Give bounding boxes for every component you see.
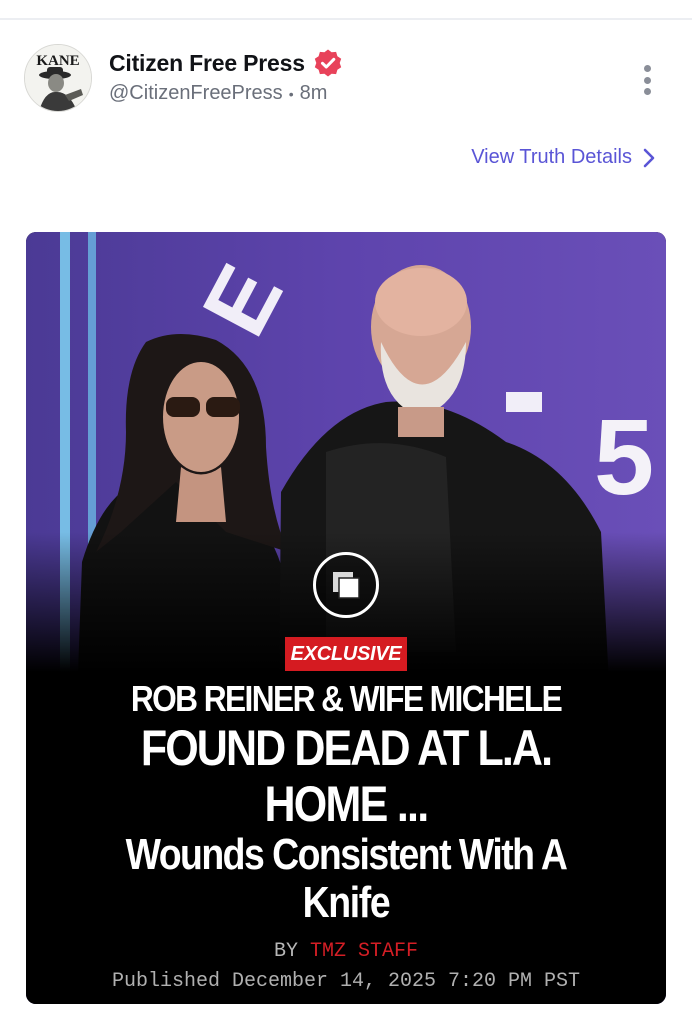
exclusive-badge: EXCLUSIVE (285, 637, 407, 671)
more-dot (643, 65, 651, 72)
more-dot (643, 76, 651, 84)
separator-dot: • (288, 85, 294, 102)
post-time[interactable]: 8m (300, 82, 328, 105)
verified-badge-icon (313, 48, 343, 78)
chevron-right-icon (643, 148, 655, 167)
multiple-images-icon[interactable] (313, 552, 379, 618)
name-row: Citizen Free Press (109, 48, 343, 78)
media-attachment[interactable]: E H 5 (26, 232, 666, 1004)
more-options-icon[interactable] (634, 62, 660, 98)
view-truth-details-label: View Truth Details (471, 146, 632, 168)
handle[interactable]: @CitizenFreePress (109, 82, 283, 105)
avatar-logo-text: KANE (36, 53, 79, 69)
headline-line-5: Knife (302, 878, 391, 927)
top-divider (0, 18, 692, 20)
handle-row: @CitizenFreePress • 8m (109, 82, 327, 105)
avatar[interactable]: KANE (24, 44, 92, 112)
headline-line-3: HOME ... (264, 776, 429, 832)
truth-post-page: KANE Citizen Free Press @CitizenFreePres… (0, 0, 692, 1024)
headline-line-4: Wounds Consistent With A (125, 830, 568, 879)
published-date: Published December 14, 2025 7:20 PM PST (111, 970, 581, 993)
backdrop-number: 5 (594, 396, 654, 517)
headline-line-2: FOUND DEAD AT L.A. (140, 720, 553, 776)
avatar-image: KANE (25, 45, 91, 111)
byline-prefix: BY (273, 940, 298, 963)
view-truth-details-link[interactable]: View Truth Details (471, 146, 656, 169)
display-name[interactable]: Citizen Free Press (109, 50, 305, 77)
byline-author: TMZ STAFF (310, 940, 419, 963)
byline: BY TMZ STAFF (26, 940, 666, 963)
post-header: KANE Citizen Free Press @CitizenFreePres… (24, 44, 668, 116)
headline-line-1: ROB REINER & WIFE MICHELE (130, 678, 563, 719)
more-dot (643, 88, 651, 95)
